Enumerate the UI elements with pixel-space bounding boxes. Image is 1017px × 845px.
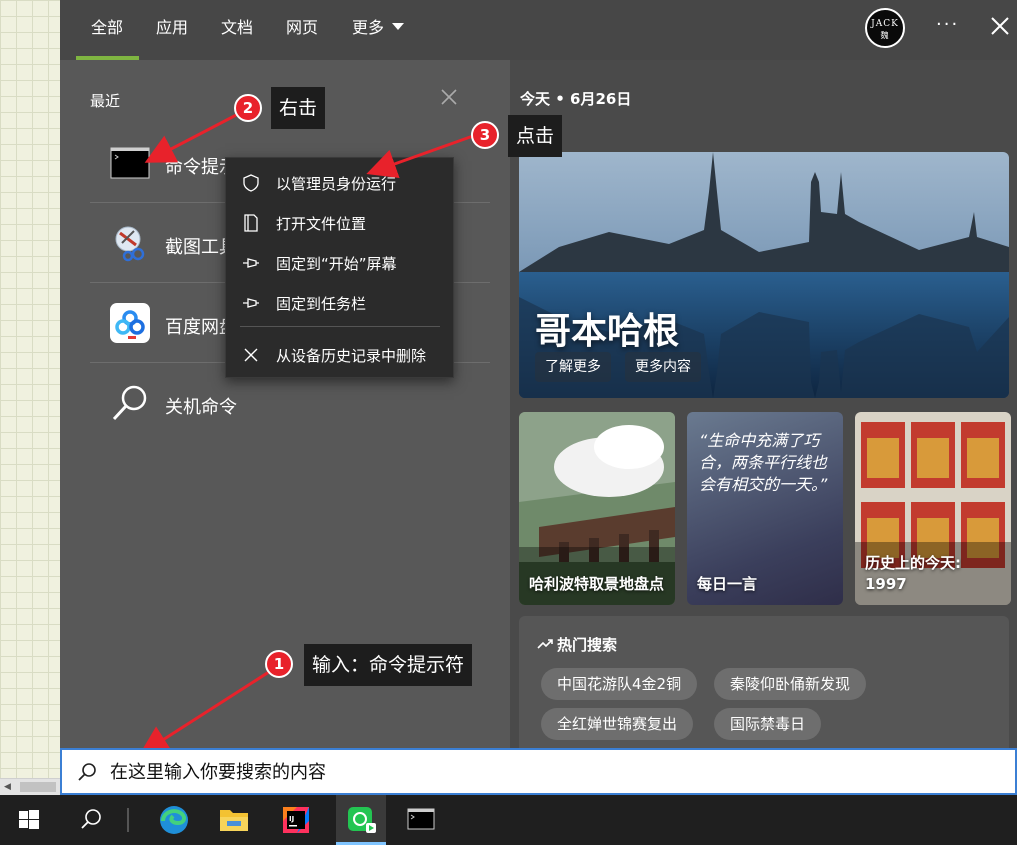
trending-icon <box>537 639 553 649</box>
scroll-thumb[interactable] <box>20 782 56 792</box>
folder-icon <box>244 214 258 232</box>
search-box[interactable] <box>60 748 1017 795</box>
account-avatar[interactable]: JACK 魏 <box>865 8 905 48</box>
card-daily-quote[interactable]: “生命中充满了巧合，两条平行线也会有相交的一天。” 每日一言 <box>687 412 843 605</box>
taskbar-cmd[interactable] <box>392 795 450 845</box>
close-icon <box>244 348 258 362</box>
background-document <box>0 0 62 795</box>
search-icon <box>78 763 96 781</box>
learn-more-button[interactable]: 了解更多 <box>535 352 611 382</box>
hot-search-title-text: 热门搜索 <box>557 636 618 654</box>
remove-from-history-menu-item[interactable]: 从设备历史记录中删除 <box>226 335 455 375</box>
hot-search-chip[interactable]: 中国花游队4金2铜 <box>541 668 698 700</box>
hot-search-chip[interactable]: 国际禁毒日 <box>714 708 822 740</box>
pin-icon <box>243 258 259 268</box>
windows-start-icon <box>19 810 39 829</box>
search-tabs-bar: 全部 应用 文档 网页 更多 JACK 魏 ··· <box>60 0 1017 60</box>
card-label: 历史上的今天: 1997 <box>865 554 961 593</box>
close-icon[interactable] <box>988 14 1012 38</box>
daily-quote-text: “生命中充满了巧合，两条平行线也会有相交的一天。” <box>699 431 828 494</box>
avatar-text: JACK <box>871 19 899 29</box>
pin-to-taskbar-menu-item[interactable]: 固定到任务栏 <box>226 283 455 323</box>
background-scrollbar[interactable]: ◀ <box>0 778 62 795</box>
step-badge-1: 1 <box>265 650 293 678</box>
file-explorer-icon <box>220 810 248 831</box>
edge-icon <box>160 806 188 834</box>
chevron-down-icon <box>392 23 405 30</box>
tab-documents[interactable]: 文档 <box>221 18 253 38</box>
step-label-right-click: 右击 <box>271 87 326 129</box>
context-menu: 以管理员身份运行 打开文件位置 固定到“开始”屏幕 固定到任务栏 从设备历史记录… <box>225 157 454 378</box>
clear-recent-icon[interactable] <box>440 88 458 106</box>
menu-item-label: 固定到任务栏 <box>276 295 367 313</box>
media-app-icon <box>348 807 376 833</box>
search-input[interactable] <box>110 758 990 786</box>
recent-title: 最近 <box>90 92 121 110</box>
step-label-input: 输入：命令提示符 <box>304 644 473 686</box>
search-icon <box>112 385 147 421</box>
recent-item-label: 关机命令 <box>165 397 237 418</box>
hot-search-title: 热门搜索 <box>537 634 617 655</box>
taskbar-divider <box>127 808 129 832</box>
card-this-day-in-history[interactable]: 历史上的今天: 1997 <box>855 412 1011 605</box>
card-label: 每日一言 <box>697 575 758 593</box>
tab-web[interactable]: 网页 <box>286 18 318 38</box>
scroll-left-icon[interactable]: ◀ <box>4 782 11 792</box>
more-content-button[interactable]: 更多内容 <box>625 352 701 382</box>
tab-more-label: 更多 <box>352 18 385 37</box>
step-label-click: 点击 <box>508 115 563 157</box>
menu-item-label: 固定到“开始”屏幕 <box>276 255 397 273</box>
step-badge-3: 3 <box>471 121 499 149</box>
today-date: 今天 • 6月26日 <box>520 90 632 108</box>
cmd-icon <box>407 808 435 830</box>
search-icon <box>81 809 101 829</box>
hot-search-chip[interactable]: 全红婵世锦赛复出 <box>541 708 694 740</box>
taskbar-file-explorer[interactable] <box>205 795 263 845</box>
run-as-admin-menu-item[interactable]: 以管理员身份运行 <box>226 163 455 203</box>
tab-apps[interactable]: 应用 <box>156 18 188 38</box>
avatar-subtext: 魏 <box>880 31 890 40</box>
taskbar-intellij[interactable]: IJ <box>267 795 325 845</box>
snipping-tool-icon <box>115 226 145 262</box>
shield-icon <box>243 174 259 192</box>
taskbar-edge[interactable] <box>145 795 203 845</box>
hot-search-chip[interactable]: 秦陵仰卧俑新发现 <box>714 668 867 700</box>
menu-divider <box>240 326 440 327</box>
open-file-location-menu-item[interactable]: 打开文件位置 <box>226 203 455 243</box>
card-label: 哈利波特取景地盘点 <box>529 575 665 593</box>
hero-title: 哥本哈根 <box>535 311 680 352</box>
taskbar-search-button[interactable] <box>62 795 120 845</box>
pin-icon <box>243 298 259 308</box>
menu-item-label: 以管理员身份运行 <box>276 175 397 193</box>
hero-card-copenhagen[interactable]: 哥本哈根 了解更多 更多内容 <box>519 152 1009 398</box>
tab-more[interactable]: 更多 <box>352 18 405 38</box>
card-harry-potter-locations[interactable]: 哈利波特取景地盘点 <box>519 412 675 605</box>
cmd-icon <box>110 147 150 179</box>
taskbar-media-app[interactable] <box>332 795 390 845</box>
more-options-icon[interactable]: ··· <box>936 14 959 35</box>
tab-all[interactable]: 全部 <box>91 18 123 38</box>
hot-search-section: 热门搜索 中国花游队4金2铜 秦陵仰卧俑新发现 全红婵世锦赛复出 国际禁毒日 <box>519 616 1009 748</box>
step-badge-2: 2 <box>234 94 262 122</box>
pin-to-start-menu-item[interactable]: 固定到“开始”屏幕 <box>226 243 455 283</box>
taskbar: IJ <box>0 795 1017 845</box>
menu-item-label: 打开文件位置 <box>276 215 367 233</box>
search-panel: 全部 应用 文档 网页 更多 JACK 魏 ··· 最近 命令提示符 截图工具 … <box>60 0 1017 748</box>
start-button[interactable] <box>0 795 58 845</box>
intellij-idea-icon: IJ <box>283 807 309 833</box>
baidu-netdisk-icon <box>110 303 150 343</box>
svg-text:IJ: IJ <box>289 815 294 823</box>
today-section: 今天 • 6月26日 哥本哈根 了解更多 更多内容 哈利波特取景地盘点 “生命中… <box>510 60 1017 748</box>
menu-item-label: 从设备历史记录中删除 <box>276 347 427 365</box>
